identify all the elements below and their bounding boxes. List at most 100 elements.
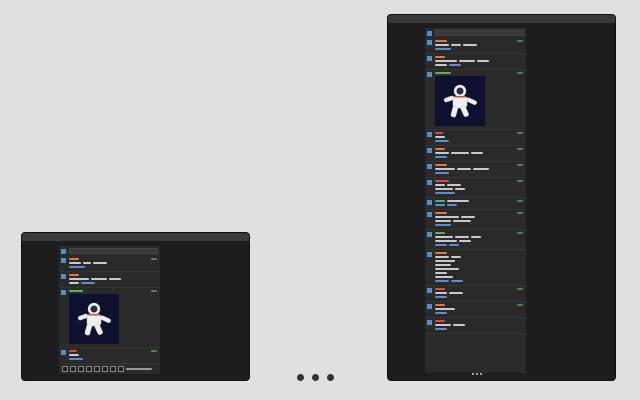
avatar-icon[interactable] — [427, 164, 432, 169]
post-item[interactable] — [425, 38, 526, 54]
post-timestamp[interactable] — [517, 232, 523, 234]
avatar-icon[interactable] — [427, 288, 432, 293]
app-logo-icon[interactable] — [427, 30, 432, 36]
post-image[interactable] — [69, 294, 119, 344]
post-item[interactable] — [59, 288, 160, 348]
avatar-icon[interactable] — [427, 304, 432, 309]
post-timestamp[interactable] — [151, 258, 157, 260]
avatar-icon[interactable] — [427, 40, 432, 45]
window-titlebar[interactable] — [388, 15, 615, 23]
post-author[interactable] — [435, 180, 449, 182]
page-link[interactable] — [78, 366, 84, 372]
post-item[interactable] — [425, 230, 526, 250]
avatar-icon[interactable] — [427, 148, 432, 153]
post-timestamp[interactable] — [517, 180, 523, 182]
avatar-icon[interactable] — [61, 274, 66, 279]
post-link[interactable] — [435, 156, 447, 158]
post-link[interactable] — [69, 358, 83, 360]
post-item[interactable] — [425, 250, 526, 286]
avatar-icon[interactable] — [427, 200, 432, 205]
post-item[interactable] — [425, 70, 526, 130]
post-link[interactable] — [435, 280, 449, 282]
post-timestamp[interactable] — [517, 164, 523, 166]
post-author[interactable] — [435, 56, 445, 58]
post-author[interactable] — [435, 200, 445, 202]
page-link[interactable] — [86, 366, 92, 372]
post-timestamp[interactable] — [517, 212, 523, 214]
post-item[interactable] — [59, 256, 160, 272]
avatar-icon[interactable] — [427, 72, 432, 77]
post-author[interactable] — [435, 232, 445, 234]
avatar-icon[interactable] — [427, 132, 432, 137]
avatar-icon[interactable] — [61, 258, 66, 263]
post-link[interactable] — [435, 204, 445, 206]
avatar-icon[interactable] — [427, 56, 432, 61]
post-author[interactable] — [69, 258, 79, 260]
avatar-icon[interactable] — [427, 252, 432, 257]
post-author[interactable] — [69, 290, 83, 292]
page-link[interactable] — [102, 366, 108, 372]
post-author[interactable] — [435, 164, 447, 166]
post-author[interactable] — [435, 148, 445, 150]
more-icon[interactable] — [472, 373, 482, 375]
post-item[interactable] — [425, 210, 526, 230]
avatar-icon[interactable] — [427, 212, 432, 217]
avatar-icon[interactable] — [427, 320, 432, 325]
post-link[interactable] — [449, 244, 459, 246]
post-item[interactable] — [425, 178, 526, 198]
post-link[interactable] — [435, 192, 455, 194]
post-item[interactable] — [425, 130, 526, 146]
post-timestamp[interactable] — [517, 148, 523, 150]
post-item[interactable] — [59, 272, 160, 288]
avatar-icon[interactable] — [61, 350, 66, 355]
post-author[interactable] — [435, 72, 451, 74]
post-author[interactable] — [69, 350, 77, 352]
post-timestamp[interactable] — [517, 304, 523, 306]
post-item[interactable] — [425, 318, 526, 334]
post-item[interactable] — [425, 54, 526, 70]
post-image[interactable] — [435, 76, 485, 126]
post-author[interactable] — [435, 288, 445, 290]
post-item[interactable] — [425, 162, 526, 178]
page-link[interactable] — [110, 366, 116, 372]
post-item[interactable] — [425, 146, 526, 162]
post-link[interactable] — [447, 204, 457, 206]
post-link[interactable] — [81, 282, 95, 284]
post-item[interactable] — [425, 302, 526, 318]
post-author[interactable] — [435, 132, 443, 134]
page-link[interactable] — [62, 366, 68, 372]
post-author[interactable] — [435, 320, 445, 322]
post-timestamp[interactable] — [151, 290, 157, 292]
post-timestamp[interactable] — [517, 288, 523, 290]
post-link[interactable] — [435, 140, 449, 142]
search-input[interactable] — [435, 30, 524, 36]
page-link[interactable] — [94, 366, 100, 372]
post-link[interactable] — [435, 296, 447, 298]
page-link[interactable] — [118, 366, 124, 372]
window-titlebar[interactable] — [22, 233, 249, 241]
post-link[interactable] — [435, 224, 451, 226]
avatar-icon[interactable] — [61, 290, 66, 295]
post-link[interactable] — [451, 280, 463, 282]
post-link[interactable] — [449, 64, 461, 66]
post-item[interactable] — [425, 198, 526, 210]
post-author[interactable] — [435, 212, 447, 214]
post-timestamp[interactable] — [151, 350, 157, 352]
avatar-icon[interactable] — [427, 180, 432, 185]
page-link[interactable] — [70, 366, 76, 372]
app-logo-icon[interactable] — [61, 248, 66, 254]
post-timestamp[interactable] — [517, 132, 523, 134]
post-link[interactable] — [435, 244, 447, 246]
avatar-icon[interactable] — [427, 232, 432, 237]
post-author[interactable] — [69, 274, 79, 276]
post-timestamp[interactable] — [517, 40, 523, 42]
post-timestamp[interactable] — [517, 72, 523, 74]
post-timestamp[interactable] — [517, 200, 523, 202]
post-item[interactable] — [59, 348, 160, 364]
post-link[interactable] — [435, 172, 449, 174]
post-link[interactable] — [435, 48, 451, 50]
post-author[interactable] — [435, 252, 447, 254]
post-link[interactable] — [69, 266, 85, 268]
post-link[interactable] — [435, 328, 447, 330]
post-author[interactable] — [435, 304, 445, 306]
